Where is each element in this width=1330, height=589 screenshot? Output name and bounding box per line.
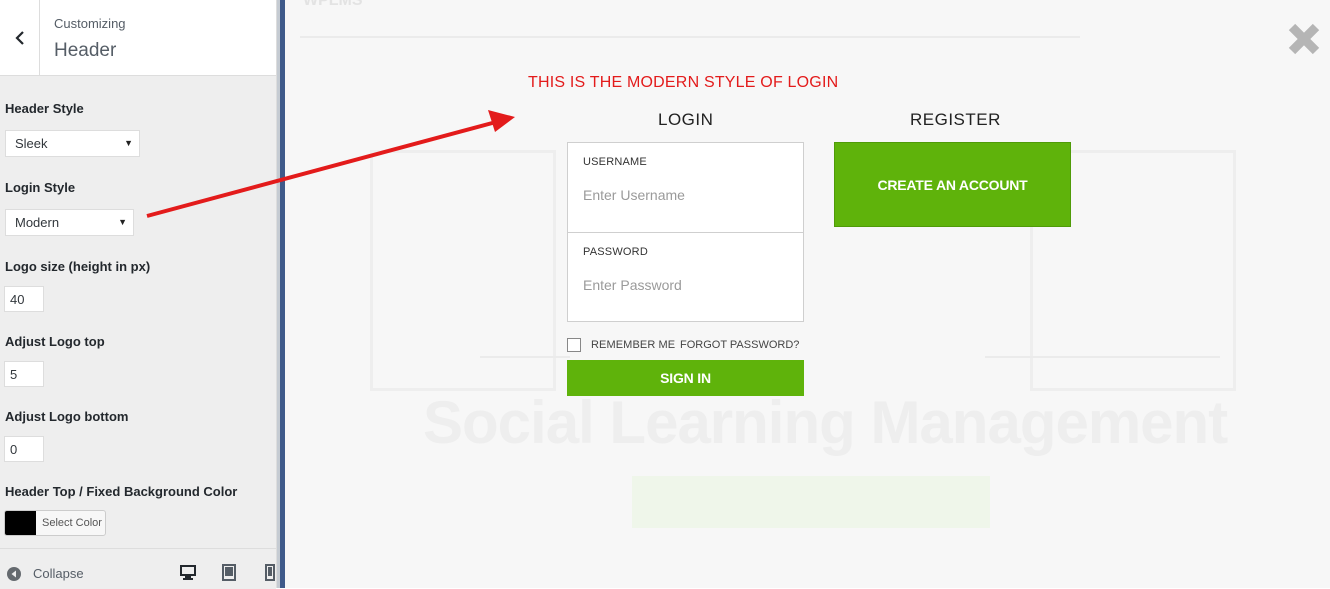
logo-size-input[interactable]: 40 <box>4 286 44 312</box>
sign-in-button[interactable]: SIGN IN <box>567 360 804 396</box>
remember-me-checkbox[interactable] <box>567 338 581 352</box>
faded-underline <box>985 356 1220 358</box>
header-style-label: Header Style <box>5 101 84 116</box>
login-style-select[interactable]: Modern ▼ <box>5 209 134 236</box>
select-color-label: Select Color <box>42 517 102 529</box>
login-form: USERNAME PASSWORD <box>567 142 804 322</box>
faded-cta-box <box>632 476 990 528</box>
preview-divider <box>277 0 285 588</box>
sidebar-header: Customizing Header <box>0 0 276 76</box>
close-icon[interactable] <box>1287 22 1321 56</box>
chevron-down-icon: ▼ <box>118 217 127 227</box>
logo-bottom-input[interactable]: 0 <box>4 436 44 462</box>
back-arrow-icon <box>14 30 24 45</box>
header-style-select[interactable]: Sleek ▼ <box>5 130 140 157</box>
faded-background-window <box>370 150 556 391</box>
remember-me-label: REMEMBER ME <box>591 339 676 351</box>
faded-nav-line <box>300 36 1080 38</box>
tablet-icon[interactable] <box>222 564 236 581</box>
logo-top-label: Adjust Logo top <box>5 334 105 349</box>
password-label: PASSWORD <box>583 246 648 258</box>
password-field: PASSWORD <box>568 233 803 322</box>
logo-bottom-label: Adjust Logo bottom <box>5 409 129 424</box>
mobile-icon[interactable] <box>265 564 275 581</box>
username-label: USERNAME <box>583 156 647 168</box>
bg-color-label: Header Top / Fixed Background Color <box>5 484 238 499</box>
password-input[interactable] <box>583 274 788 296</box>
forgot-password-link[interactable]: FORGOT PASSWORD? <box>680 339 799 351</box>
color-swatch <box>5 511 36 535</box>
login-style-label: Login Style <box>5 180 76 195</box>
collapse-label: Collapse <box>33 566 84 581</box>
customizer-sidebar: Customizing Header Header Style Sleek ▼ … <box>0 0 277 589</box>
username-field: USERNAME <box>568 143 803 232</box>
logo-size-label: Logo size (height in px) <box>5 259 151 274</box>
create-account-button[interactable]: CREATE AN ACCOUNT <box>834 142 1071 227</box>
header-style-value: Sleek <box>15 136 48 151</box>
register-heading: REGISTER <box>910 110 1001 129</box>
faded-underline <box>480 356 570 358</box>
logo-top-input[interactable]: 5 <box>4 361 44 387</box>
sidebar-footer: Collapse <box>0 548 276 589</box>
collapse-icon <box>7 566 21 581</box>
section-subtitle: Customizing <box>54 16 126 31</box>
chevron-down-icon: ▼ <box>124 138 133 148</box>
back-button[interactable] <box>0 0 40 75</box>
login-heading: LOGIN <box>658 110 714 129</box>
login-style-value: Modern <box>15 215 60 230</box>
section-title: Header <box>54 40 117 61</box>
username-input[interactable] <box>583 184 788 206</box>
faded-site-logo: WPLMS <box>303 0 363 9</box>
collapse-button[interactable]: Collapse <box>7 566 84 581</box>
desktop-icon[interactable] <box>179 564 197 580</box>
background-hero-heading: Social Learning Management <box>423 389 1228 456</box>
annotation-text: THIS IS THE MODERN STYLE OF LOGIN <box>528 74 839 91</box>
select-color-button[interactable]: Select Color <box>4 510 106 536</box>
